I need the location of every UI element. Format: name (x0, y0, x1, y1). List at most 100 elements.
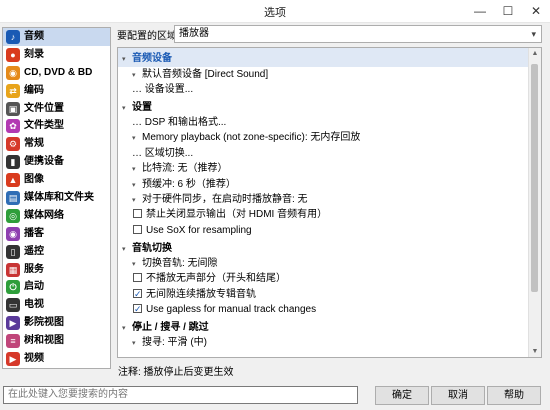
sidebar-item[interactable]: ◉ 播客 (3, 225, 110, 243)
area-dropdown-value: 播放器 (179, 28, 209, 39)
scroll-down-icon[interactable]: ▼ (529, 348, 541, 355)
collapse-triangle-icon[interactable]: ▾ (122, 321, 132, 336)
settings-checkbox[interactable]: 无间隙连续播放专辑音轨 (133, 287, 256, 302)
minimize-button[interactable]: — (466, 1, 494, 21)
settings-dropdown-item[interactable]: ▾ 比特流: 无（推荐） (132, 161, 228, 176)
settings-item-label: Memory playback (not zone-specific): 无内存… (142, 132, 361, 143)
file-type-icon: ✿ (6, 119, 20, 134)
remote-control-icon: ▯ (6, 244, 20, 259)
collapse-triangle-icon[interactable]: ▾ (122, 52, 132, 67)
settings-dropdown-item[interactable]: ▾ 搜寻: 平滑 (中) (132, 335, 207, 350)
sidebar-item[interactable]: ▦ 服务 (3, 261, 110, 279)
sidebar-item-label: 刻录 (24, 48, 44, 60)
sidebar-item[interactable]: ⏻ 启动 (3, 278, 110, 296)
tree-view-icon: ≡ (6, 334, 20, 349)
settings-item-label: 不播放无声部分（开头和结尾） (146, 273, 286, 284)
settings-checkbox[interactable]: Use gapless for manual track changes (133, 302, 316, 317)
sidebar-item[interactable]: ▤ 媒体库和文件夹 (3, 189, 110, 207)
theater-view-icon: ▶ (6, 316, 20, 331)
startup-icon: ⏻ (6, 280, 20, 295)
sidebar-item-label: 媒体网络 (24, 209, 64, 221)
maximize-button[interactable]: ☐ (494, 1, 522, 21)
settings-item-label: Use SoX for resampling (146, 225, 252, 236)
search-input[interactable]: 在此处键入您要搜索的内容 (3, 386, 358, 404)
collapse-triangle-icon[interactable]: ▾ (122, 242, 132, 257)
media-network-icon: ◎ (6, 208, 20, 223)
dropdown-triangle-icon: ▾ (132, 166, 136, 173)
help-button[interactable]: 帮助 (487, 386, 541, 405)
close-button[interactable]: ✕ (522, 1, 550, 21)
settings-dropdown-item[interactable]: ▾ 切换音轨: 无间隙 (132, 256, 218, 271)
sidebar-item[interactable]: ✿ 文件类型 (3, 117, 110, 135)
sidebar-item-label: 常规 (24, 138, 44, 150)
checkbox-checked-icon[interactable] (133, 302, 142, 317)
sidebar-item[interactable]: ▲ 图像 (3, 171, 110, 189)
sidebar-item[interactable]: ⚙ 常规 (3, 135, 110, 153)
settings-checkbox[interactable]: 禁止关闭显示输出（对 HDMI 音频有用） (133, 207, 327, 222)
sidebar-item[interactable]: ▭ 电视 (3, 296, 110, 314)
checkbox-unchecked-icon[interactable] (133, 273, 142, 282)
collapse-triangle-icon[interactable]: ▾ (122, 101, 132, 116)
video-icon: ▶ (6, 352, 20, 367)
folder-location-icon: ▣ (6, 101, 20, 116)
settings-item-label: 音频设备 (132, 53, 172, 64)
settings-panel: ▲ ▼ ▾ 音频设备 ▾ 默认音频设备 [Direct Sound]… 设备设置...… (117, 47, 542, 358)
sidebar-item[interactable]: ▶ 影院视图 (3, 314, 110, 332)
sidebar-item[interactable]: ● 刻录 (3, 46, 110, 64)
settings-checkbox[interactable]: Use SoX for resampling (133, 223, 252, 238)
sidebar-item[interactable]: ≡ 树和视图 (3, 332, 110, 350)
settings-item-label: 切换音轨: 无间隙 (142, 258, 218, 269)
settings-item-label: 比特流: 无（推荐） (142, 163, 228, 174)
dropdown-triangle-icon: ▾ (132, 261, 136, 268)
settings-section-header: ▾ 设置 (122, 100, 152, 115)
general-settings-icon: ⚙ (6, 137, 20, 152)
sidebar-item[interactable]: ▣ 文件位置 (3, 100, 110, 118)
dropdown-triangle-icon: ▾ (132, 340, 136, 347)
sidebar-item[interactable]: ⇄ 编码 (3, 82, 110, 100)
sidebar-item[interactable]: ◉ CD, DVD & BD (3, 64, 110, 82)
scrollbar-thumb[interactable] (531, 64, 538, 292)
settings-dialog-link[interactable]: … DSP 和输出格式... (132, 115, 226, 130)
sidebar-item-label: 电视 (24, 299, 44, 311)
settings-dropdown-item[interactable]: ▾ 对于硬件同步，在启动时播放静音: 无 (132, 192, 308, 207)
settings-item-label: Use gapless for manual track changes (146, 304, 317, 315)
settings-dropdown-item[interactable]: ▾ 预缓冲: 6 秒（推荐） (132, 177, 236, 192)
area-dropdown[interactable]: 播放器 ▾ (174, 25, 542, 43)
sidebar-item-label: 媒体库和文件夹 (24, 192, 94, 204)
dropdown-triangle-icon: ▾ (132, 72, 136, 79)
settings-dropdown-item[interactable]: ▾ 默认音频设备 [Direct Sound] (132, 67, 268, 82)
settings-section-header: ▾ 音轨切换 (122, 241, 172, 256)
settings-checkbox[interactable]: 不播放无声部分（开头和结尾） (133, 271, 286, 286)
sidebar-item-label: 视频 (24, 353, 44, 365)
checkbox-unchecked-icon[interactable] (133, 209, 142, 218)
section-header-band (118, 48, 530, 67)
settings-dialog-link[interactable]: … 区域切换... (132, 146, 193, 161)
settings-item-label: 区域切换... (144, 148, 194, 159)
sidebar-item-label: 树和视图 (24, 335, 64, 347)
vertical-scrollbar[interactable]: ▲ ▼ (528, 48, 541, 357)
podcast-icon: ◉ (6, 226, 20, 241)
tv-icon: ▭ (6, 298, 20, 313)
ok-button[interactable]: 确定 (375, 386, 429, 405)
note-text: 注释: 播放停止后变更生效 (118, 367, 234, 378)
sidebar-item[interactable]: ▮ 便携设备 (3, 153, 110, 171)
settings-item-label: 禁止关闭显示输出（对 HDMI 音频有用） (146, 209, 328, 220)
sidebar-item[interactable]: ◎ 媒体网络 (3, 207, 110, 225)
sidebar-item-label: 遥控 (24, 245, 44, 257)
cancel-button[interactable]: 取消 (431, 386, 485, 405)
scroll-up-icon[interactable]: ▲ (529, 50, 541, 57)
sidebar-item[interactable]: ♪ 音频 (3, 28, 110, 46)
checkbox-checked-icon[interactable] (133, 287, 142, 302)
dropdown-triangle-icon: ▾ (132, 182, 136, 189)
music-note-icon: ♪ (6, 30, 20, 44)
sidebar-item-label: 图像 (24, 174, 44, 186)
sidebar-item[interactable]: ▯ 遥控 (3, 243, 110, 261)
image-icon: ▲ (6, 173, 20, 188)
settings-dropdown-item[interactable]: ▾ Memory playback (not zone-specific): 无内… (132, 130, 360, 145)
settings-item-label: 预缓冲: 6 秒（推荐） (142, 179, 236, 190)
checkbox-unchecked-icon[interactable] (133, 225, 142, 234)
sidebar-item[interactable]: ▶ 视频 (3, 350, 110, 368)
sidebar-item-label: 文件位置 (24, 102, 64, 114)
sidebar-item-label: 播客 (24, 227, 44, 239)
settings-dialog-link[interactable]: … 设备设置... (132, 82, 193, 97)
